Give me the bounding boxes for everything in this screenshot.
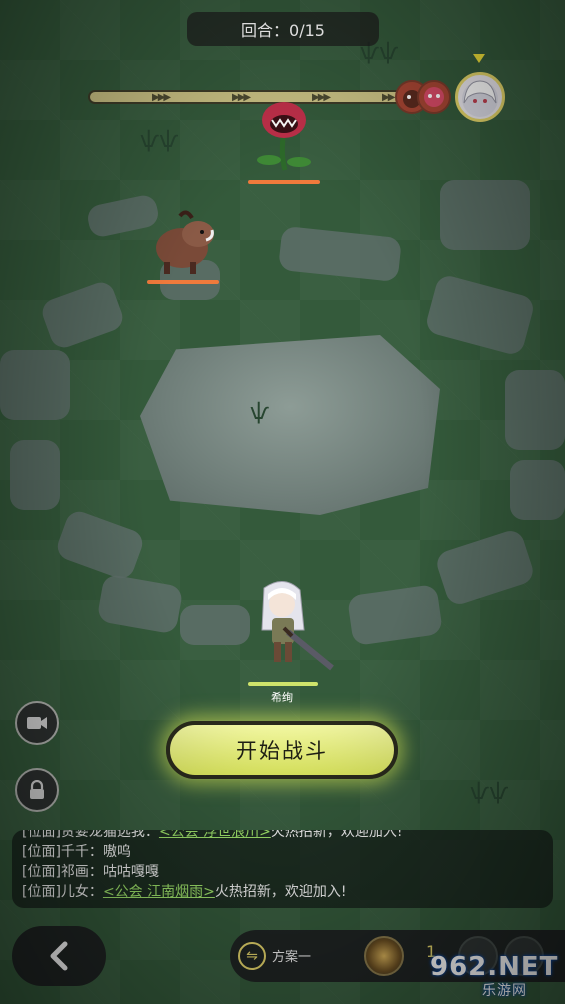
grass-tuft: ѱ [250, 400, 270, 425]
enemy-boar[interactable] [150, 204, 220, 280]
watermark-logo: 962.NET [430, 952, 559, 982]
chat-sender: [位面]祁画： [22, 864, 103, 880]
path-stone [505, 370, 565, 450]
path-stone [0, 350, 70, 420]
chat-message: 嗷呜 [102, 844, 131, 860]
start-battle-button[interactable]: 开始战斗 [166, 721, 398, 779]
turn-order-track: ▶▶▶ ▶▶▶ ▶▶▶ ▶▶ [88, 90, 406, 104]
chat-sender: [位面]贪婪龙猫选我： [22, 830, 159, 840]
swap-icon[interactable]: ⇋ [238, 942, 266, 970]
guild-link[interactable]: <公会 江南烟雨> [103, 884, 215, 900]
enemy-piranha-plant[interactable] [253, 98, 315, 178]
world-chat-panel[interactable]: [位面]贪婪龙猫选我：<公会 浮世浪川>火热招新，欢迎加入! [位面]千千：嗷呜… [12, 830, 553, 908]
path-stone [510, 460, 565, 520]
track-arrows: ▶▶ [382, 91, 395, 103]
enemy-hp-bar [147, 280, 219, 284]
chat-message: 咕咕嘎嘎 [102, 864, 159, 880]
chat-line: [位面]千千：嗷呜 [22, 842, 543, 862]
track-arrows: ▶▶▶ [232, 91, 251, 103]
chat-line: [位面]儿女：<公会 江南烟雨>火热招新，欢迎加入! [22, 882, 543, 902]
chat-sender: [位面]儿女： [22, 884, 103, 900]
replay-camera-button[interactable] [15, 701, 59, 745]
chat-message: 火热招新，欢迎加入! [214, 884, 347, 900]
enemy-hp-bar [248, 180, 320, 184]
enemy-2-portrait[interactable] [417, 80, 451, 114]
central-rock [140, 335, 440, 515]
back-button[interactable] [12, 926, 106, 986]
watermark-subtitle: 乐游网 [482, 983, 527, 999]
plan-label[interactable]: 方案一 [272, 946, 311, 965]
lock-button[interactable] [15, 768, 59, 812]
chat-line: [位面]贪婪龙猫选我：<公会 浮世浪川>火热招新，欢迎加入! [22, 830, 543, 842]
chevron-left-icon [50, 941, 68, 971]
skill-slot-1[interactable] [364, 936, 404, 976]
track-arrows: ▶▶▶ [152, 91, 171, 103]
grass-tuft: ѱѱ [140, 128, 179, 153]
chat-message: 火热招新，欢迎加入! [270, 830, 403, 840]
lock-icon [30, 780, 44, 799]
path-stone [10, 440, 60, 510]
hero-portrait[interactable] [455, 72, 505, 122]
path-stone [440, 180, 530, 250]
chat-line: [位面]祁画：咕咕嘎嘎 [22, 862, 543, 882]
current-turn-marker-icon [473, 54, 485, 63]
hero-character[interactable] [240, 578, 336, 686]
hero-hp-bar [248, 682, 318, 686]
guild-link[interactable]: <公会 浮世浪川> [159, 830, 271, 840]
hero-name-label: 希绚 [271, 691, 293, 704]
grass-tuft: ѱѱ [470, 780, 509, 805]
video-camera-icon [27, 717, 47, 729]
round-counter: 回合：0/15 [187, 12, 379, 46]
site-watermark: 962.NET 乐游网 [430, 952, 560, 999]
chat-sender: [位面]千千： [22, 844, 103, 860]
